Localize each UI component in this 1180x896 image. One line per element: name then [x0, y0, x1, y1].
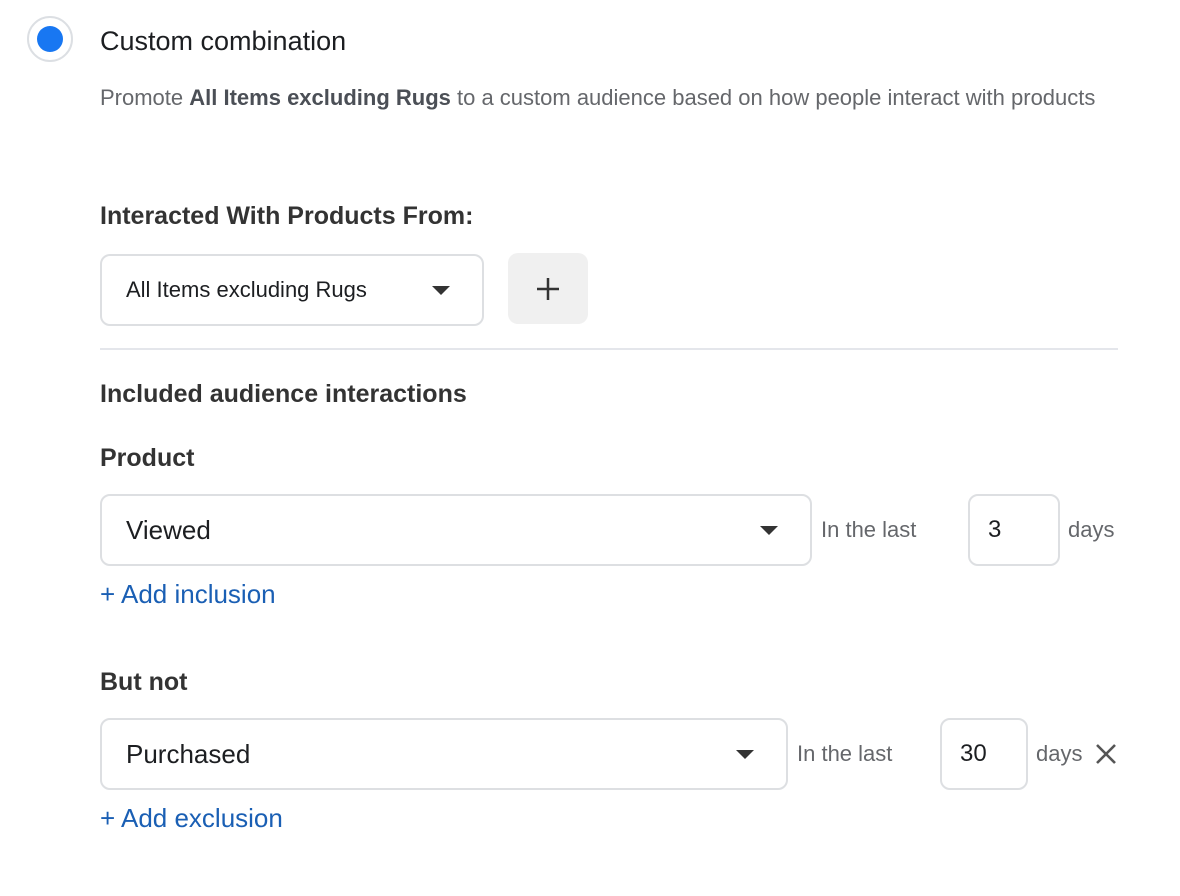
- exclusion-days-label: days: [1036, 741, 1083, 766]
- exclusion-days-input[interactable]: [940, 718, 1028, 790]
- caret-down-icon: [760, 525, 778, 535]
- radio-selected-dot: [37, 26, 63, 52]
- custom-combination-label[interactable]: Custom combination: [100, 24, 346, 58]
- caret-down-icon: [432, 285, 450, 295]
- description-bold-catalog: All Items excluding Rugs: [189, 85, 451, 110]
- remove-exclusion-button[interactable]: [1090, 738, 1122, 770]
- inclusion-in-the-last-label: In the last: [821, 517, 917, 542]
- inclusion-days-label: days: [1068, 517, 1115, 542]
- exclusion-event-value: Purchased: [126, 738, 251, 769]
- included-interactions-heading: Included audience interactions: [100, 380, 467, 408]
- section-divider: [100, 348, 1118, 350]
- option-description: Promote All Items excluding Rugs to a cu…: [100, 72, 1100, 124]
- product-set-dropdown[interactable]: All Items excluding Rugs: [100, 254, 484, 326]
- product-heading: Product: [100, 444, 195, 472]
- add-inclusion-link[interactable]: + Add inclusion: [100, 577, 276, 611]
- add-product-set-button[interactable]: [508, 253, 588, 324]
- inclusion-event-value: Viewed: [126, 514, 211, 545]
- caret-down-icon: [736, 749, 754, 759]
- interacted-with-heading: Interacted With Products From:: [100, 202, 474, 230]
- product-set-value: All Items excluding Rugs: [126, 277, 367, 302]
- inclusion-event-dropdown[interactable]: Viewed: [100, 494, 812, 566]
- exclusion-in-the-last-label: In the last: [797, 741, 893, 766]
- exclusion-event-dropdown[interactable]: Purchased: [100, 718, 788, 790]
- close-icon: [1096, 744, 1116, 764]
- inclusion-days-input[interactable]: [968, 494, 1060, 566]
- add-exclusion-link[interactable]: + Add exclusion: [100, 801, 283, 835]
- but-not-heading: But not: [100, 668, 188, 696]
- custom-combination-radio[interactable]: [27, 16, 73, 62]
- description-suffix: to a custom audience based on how people…: [450, 85, 1096, 110]
- plus-icon: [537, 277, 559, 300]
- description-prefix: Promote: [100, 85, 190, 110]
